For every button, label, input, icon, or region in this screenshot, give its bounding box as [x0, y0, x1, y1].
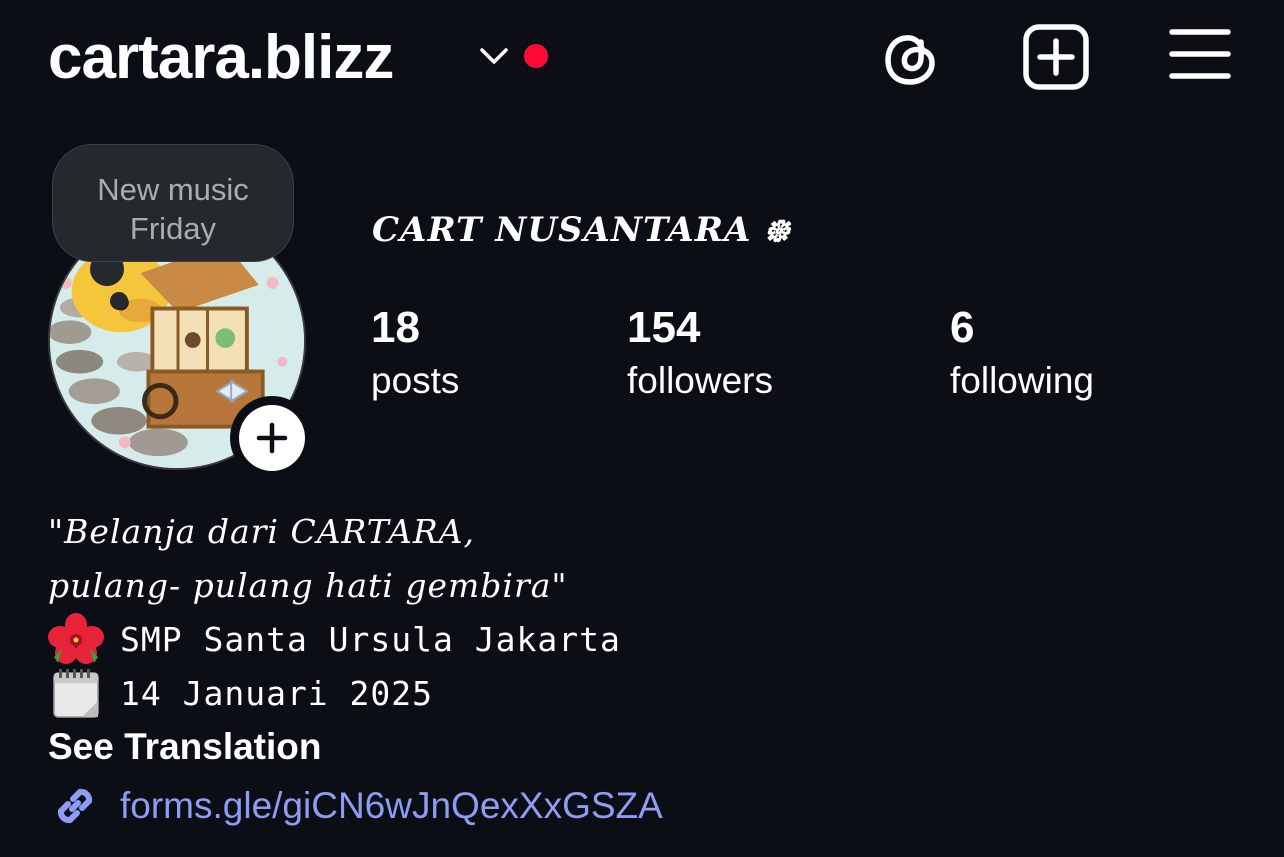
username-switcher[interactable]: cartara.blizz	[48, 22, 394, 94]
note-bubble-tail-dot	[110, 292, 128, 310]
calendar-icon	[48, 666, 106, 720]
bio-quote-line-2: pulang- pulang hati gembira"	[48, 566, 568, 605]
posts-count[interactable]: 18 posts	[371, 302, 459, 408]
bio-school: SMP Santa Ursula Jakarta	[120, 619, 621, 659]
profile-header: cartara.blizz	[0, 0, 1284, 120]
posts-value: 18	[371, 303, 420, 352]
bio-date-line: 14 Januari 2025	[48, 666, 433, 720]
plus-icon	[256, 422, 288, 454]
followers-label: followers	[627, 360, 773, 401]
posts-label: posts	[371, 360, 460, 401]
menu-icon[interactable]	[1166, 22, 1236, 92]
profile-screen: cartara.blizz New music Friday CART NUSA…	[0, 0, 1284, 857]
followers-count[interactable]: 154 followers	[627, 302, 773, 408]
bio-date: 14 Januari 2025	[120, 673, 434, 713]
add-story-button[interactable]	[230, 396, 314, 480]
see-translation-link[interactable]: See Translation	[48, 722, 322, 772]
chevron-down-icon[interactable]	[478, 44, 510, 68]
bio-quote-line-1: "Belanja dari CARTARA,	[48, 512, 476, 551]
following-count[interactable]: 6 following	[950, 302, 1094, 408]
bio-link[interactable]: forms.gle/giCN6wJnQexXxGSZA	[48, 778, 663, 834]
bio-school-line: SMP Santa Ursula Jakarta	[48, 612, 621, 666]
profile-note[interactable]: New music Friday	[52, 144, 294, 262]
hibiscus-icon	[48, 612, 106, 666]
notification-dot	[524, 44, 548, 68]
link-icon	[57, 788, 93, 824]
display-name: CART NUSANTARA ᪥	[372, 210, 791, 250]
followers-value: 154	[627, 303, 701, 352]
note-line-1: New music	[97, 172, 249, 207]
following-label: following	[950, 360, 1094, 401]
following-value: 6	[950, 303, 975, 352]
bio-link-text: forms.gle/giCN6wJnQexXxGSZA	[120, 785, 663, 826]
threads-icon[interactable]	[876, 22, 946, 92]
new-post-icon[interactable]	[1021, 22, 1091, 92]
note-line-2: Friday	[129, 211, 217, 246]
